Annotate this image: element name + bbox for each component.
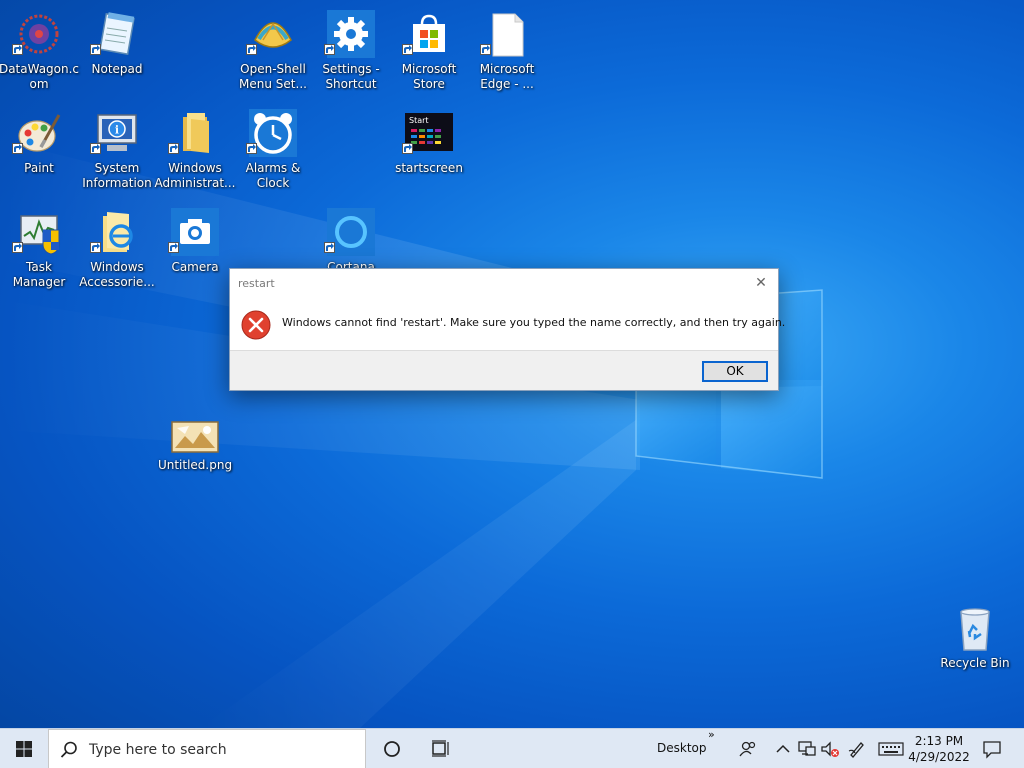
svg-text:i: i [115, 124, 119, 137]
shortcut-arrow-icon [246, 143, 257, 154]
pen-icon[interactable] [847, 739, 867, 759]
desktop-icon-notepad[interactable]: Notepad [78, 4, 156, 100]
error-dialog: restart ✕ Windows cannot find 'restart'.… [229, 268, 785, 391]
desktop-icon-label: Notepad [91, 62, 143, 76]
clock[interactable]: 2:13 PM 4/29/2022 [906, 733, 972, 765]
shortcut-arrow-icon [168, 242, 179, 253]
clock-date: 4/29/2022 [908, 750, 970, 764]
search-box[interactable]: Type here to search [48, 729, 366, 768]
people-icon[interactable] [738, 739, 758, 759]
desktop-icon-label: Camera [171, 260, 219, 274]
desktop-icon-recycle-bin[interactable]: Recycle Bin [936, 598, 1014, 694]
dialog-message: Windows cannot find 'restart'. Make sure… [282, 316, 786, 329]
chevron-up-icon[interactable] [773, 739, 793, 759]
desktop-icon-windows-accessories[interactable]: Windows Accessorie... [78, 202, 156, 298]
windows-logo-icon [16, 741, 32, 757]
desktop-icon-label: Settings - Shortcut [322, 62, 380, 91]
shortcut-arrow-icon [90, 242, 101, 253]
clock-time: 2:13 PM [914, 734, 964, 748]
desktop-icon-settings[interactable]: Settings - Shortcut [312, 4, 390, 100]
desktop-icon-label: Task Manager [12, 260, 66, 289]
shortcut-arrow-icon [246, 44, 257, 55]
shortcut-arrow-icon [90, 143, 101, 154]
dialog-footer: OK [230, 350, 778, 390]
shortcut-arrow-icon [480, 44, 491, 55]
desktop-icon-label: DataWagon.com [0, 62, 80, 91]
desktop-icon-store[interactable]: Microsoft Store [390, 4, 468, 100]
desktop-icon-label: Open-Shell Menu Set... [239, 62, 307, 91]
keyboard-icon[interactable] [878, 739, 904, 759]
desktop-icon-windows-administrative[interactable]: Windows Administrat... [154, 103, 236, 199]
desktop-icon-camera[interactable]: Camera [156, 202, 234, 298]
taskbar: Type here to search Desktop » 2:13 PM 4/… [0, 728, 1024, 768]
image-file-icon [171, 421, 219, 453]
shortcut-arrow-icon [402, 143, 413, 154]
shortcut-arrow-icon [324, 44, 335, 55]
desktop-icon-open-shell[interactable]: Open-Shell Menu Set... [234, 4, 312, 100]
desktop-toolbar-label[interactable]: Desktop [657, 741, 707, 755]
desktop-icon-label: Alarms & Clock [245, 161, 301, 190]
desktop-icon-label: System Information [82, 161, 152, 190]
start-button[interactable] [0, 729, 48, 768]
shortcut-arrow-icon [12, 143, 23, 154]
desktop-icon-startscreen[interactable]: Start startscreen [390, 103, 468, 199]
desktop-icon-label: Recycle Bin [940, 656, 1010, 670]
toolbar-overflow-icon[interactable]: » [708, 728, 715, 741]
search-placeholder: Type here to search [89, 742, 227, 758]
desktop-icon-edge[interactable]: Microsoft Edge - ... [468, 4, 546, 100]
shortcut-arrow-icon [168, 143, 179, 154]
notifications-icon[interactable] [982, 739, 1002, 759]
desktop-icon-label: Paint [24, 161, 54, 175]
desktop-icon-label: Microsoft Store [401, 62, 457, 91]
desktop-icon-label: startscreen [395, 161, 463, 175]
task-view-icon[interactable] [416, 729, 464, 768]
network-icon[interactable] [797, 739, 817, 759]
desktop-icon-alarms-clock[interactable]: Alarms & Clock [234, 103, 312, 199]
shortcut-arrow-icon [12, 44, 23, 55]
desktop-icon-paint[interactable]: Paint [0, 103, 78, 199]
desktop-icon-label: Windows Accessorie... [79, 260, 155, 289]
shortcut-arrow-icon [402, 44, 413, 55]
volume-muted-icon[interactable] [820, 739, 840, 759]
desktop-icon-system-information[interactable]: i System Information [78, 103, 156, 199]
shortcut-arrow-icon [12, 242, 23, 253]
cortana-circle-icon[interactable] [368, 729, 416, 768]
close-icon[interactable]: ✕ [744, 269, 778, 297]
search-icon [60, 741, 77, 758]
shortcut-arrow-icon [90, 44, 101, 55]
error-icon [241, 310, 271, 340]
desktop-icon-untitled-png[interactable]: Untitled.png [156, 400, 234, 496]
desktop-icon-label: Untitled.png [157, 458, 233, 472]
desktop-icon-label: Microsoft Edge - ... [479, 62, 535, 91]
shortcut-arrow-icon [324, 242, 335, 253]
startscreen-thumb-text: Start [409, 116, 429, 125]
desktop-icon-task-manager[interactable]: Task Manager [0, 202, 78, 298]
desktop-icon-label: Windows Administrat... [154, 161, 236, 190]
desktop-icon-datawagon[interactable]: DataWagon.com [0, 4, 80, 100]
recycle-bin-icon [960, 608, 990, 651]
ok-button[interactable]: OK [702, 361, 768, 382]
dialog-title: restart [238, 277, 275, 290]
